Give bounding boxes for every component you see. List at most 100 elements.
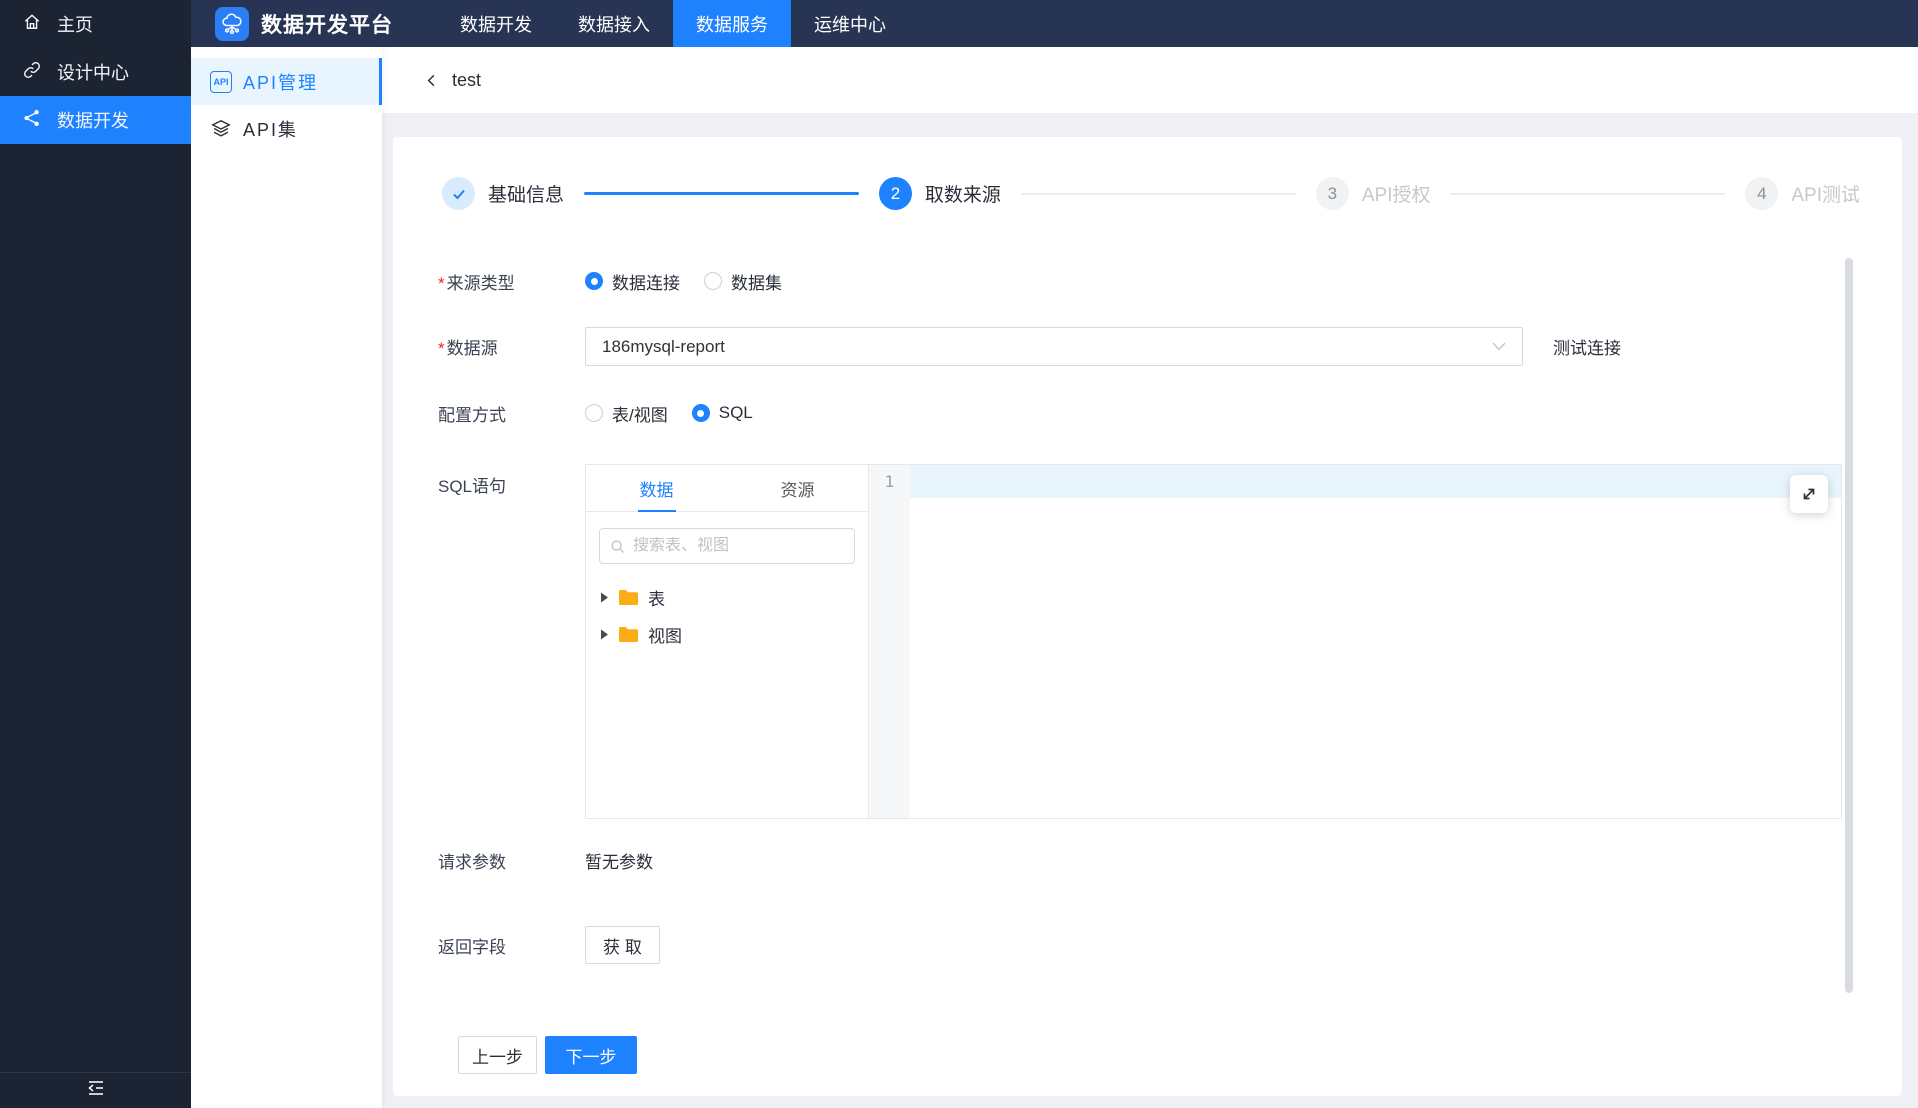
sidebar-item-design-center[interactable]: 设计中心	[0, 48, 191, 96]
breadcrumb: test	[382, 47, 1918, 113]
sidebar-footer	[0, 1072, 191, 1108]
tree-item-tables[interactable]: 表	[586, 579, 868, 616]
radio-unchecked-icon	[585, 404, 603, 422]
primary-sidebar: 主页 设计中心 数据开发	[0, 0, 191, 1108]
link-icon	[22, 60, 42, 85]
nav-tab-data-access[interactable]: 数据接入	[555, 0, 673, 47]
app-logo[interactable]	[215, 7, 249, 41]
sidebar-item-label: 设计中心	[57, 59, 129, 85]
tab-data[interactable]: 数据	[586, 465, 727, 511]
share-icon	[22, 108, 42, 133]
chevron-down-icon	[1492, 342, 1506, 351]
table-search-box	[599, 528, 855, 564]
search-input[interactable]	[633, 537, 844, 555]
app-title: 数据开发平台	[261, 9, 393, 39]
sidebar-item-data-dev[interactable]: 数据开发	[0, 96, 191, 144]
prev-step-button[interactable]: 上一步	[458, 1036, 537, 1074]
step-data-source: 2 取数来源	[879, 177, 1001, 210]
datasource-select-value: 186mysql-report	[602, 337, 1492, 357]
home-icon	[22, 12, 42, 37]
sql-editor[interactable]	[910, 465, 1841, 818]
next-step-button[interactable]: 下一步	[545, 1036, 637, 1074]
step-label: API测试	[1791, 180, 1860, 207]
step-label: API授权	[1362, 180, 1431, 207]
radio-checked-icon	[585, 272, 603, 290]
form-row-source-type: *来源类型 数据连接 数据集	[438, 265, 1902, 297]
top-navbar: 数据开发平台 数据开发 数据接入 数据服务 运维中心	[191, 0, 1918, 47]
required-mark: *	[438, 339, 445, 358]
table-tree: 表 视图	[586, 579, 868, 653]
editor-active-line	[910, 465, 1841, 498]
sql-panel: 数据 资源	[585, 464, 1842, 819]
step-number: 2	[879, 177, 912, 210]
radio-sql[interactable]: SQL	[692, 403, 753, 423]
field-label: 请求参数	[438, 848, 585, 873]
wizard-card: 基础信息 2 取数来源 3 API授权 4 API测试 *来源类型	[393, 137, 1902, 1096]
sub-item-label: API集	[243, 116, 298, 142]
field-label: *来源类型	[438, 269, 585, 294]
radio-unchecked-icon	[704, 272, 722, 290]
step-connector	[1021, 193, 1296, 195]
field-label: 返回字段	[438, 933, 585, 958]
form-row-config-mode: 配置方式 表/视图 SQL	[438, 397, 1902, 429]
nav-tab-ops-center[interactable]: 运维中心	[791, 0, 909, 47]
fetch-fields-button[interactable]: 获 取	[585, 926, 660, 964]
vertical-scrollbar[interactable]	[1845, 258, 1853, 993]
tree-item-views[interactable]: 视图	[586, 616, 868, 653]
form-row-return-fields: 返回字段 获 取	[438, 926, 1902, 964]
line-number: 1	[869, 465, 910, 498]
step-number: 3	[1316, 177, 1349, 210]
step-label: 基础信息	[488, 180, 564, 207]
field-label: 配置方式	[438, 401, 585, 426]
secondary-sidebar: API API管理 API集	[191, 47, 382, 1108]
sub-item-label: API管理	[243, 69, 318, 95]
folder-icon	[618, 626, 639, 643]
top-nav-tabs: 数据开发 数据接入 数据服务 运维中心	[437, 0, 909, 47]
step-number: 4	[1745, 177, 1778, 210]
folder-icon	[618, 589, 639, 606]
config-mode-radio-group: 表/视图 SQL	[585, 401, 753, 426]
field-label: SQL语句	[438, 464, 585, 497]
sidebar-item-label: 数据开发	[57, 107, 129, 133]
radio-table-view[interactable]: 表/视图	[585, 401, 668, 426]
source-type-radio-group: 数据连接 数据集	[585, 269, 782, 294]
step-api-auth: 3 API授权	[1316, 177, 1431, 210]
stepper: 基础信息 2 取数来源 3 API授权 4 API测试	[442, 177, 1860, 210]
request-params-value: 暂无参数	[585, 848, 653, 873]
sidebar-item-label: 主页	[57, 11, 93, 37]
search-icon	[610, 539, 625, 554]
step-connector	[584, 192, 859, 195]
test-connection-link[interactable]: 测试连接	[1553, 334, 1621, 359]
radio-checked-icon	[692, 404, 710, 422]
form-row-datasource: *数据源 186mysql-report 测试连接	[438, 327, 1902, 366]
nav-tab-data-dev[interactable]: 数据开发	[437, 0, 555, 47]
api-icon: API	[210, 71, 232, 93]
step-check-icon	[442, 177, 475, 210]
tab-resource[interactable]: 资源	[727, 465, 868, 511]
wizard-footer: 上一步 下一步	[458, 1036, 1902, 1074]
form-row-sql: SQL语句 数据 资源	[438, 464, 1902, 819]
nav-tab-data-service[interactable]: 数据服务	[673, 0, 791, 47]
expand-icon[interactable]	[1790, 475, 1828, 513]
chevron-left-icon[interactable]	[424, 73, 439, 88]
sidebar-item-home[interactable]: 主页	[0, 0, 191, 48]
step-basic-info: 基础信息	[442, 177, 564, 210]
layers-icon	[210, 118, 232, 140]
caret-right-icon[interactable]	[600, 629, 609, 640]
field-label: *数据源	[438, 334, 585, 359]
required-mark: *	[438, 274, 445, 293]
step-api-test: 4 API测试	[1745, 177, 1860, 210]
main-content: 基础信息 2 取数来源 3 API授权 4 API测试 *来源类型	[382, 113, 1918, 1108]
sidebar-item-api-set[interactable]: API集	[191, 105, 382, 152]
step-label: 取数来源	[925, 180, 1001, 207]
sql-browser-tabs: 数据 资源	[586, 465, 868, 512]
radio-dataset[interactable]: 数据集	[704, 269, 782, 294]
datasource-select[interactable]: 186mysql-report	[585, 327, 1523, 366]
sidebar-item-api-management[interactable]: API API管理	[191, 58, 382, 105]
form-row-request-params: 请求参数 暂无参数	[438, 844, 1902, 876]
step-connector	[1450, 193, 1725, 195]
caret-right-icon[interactable]	[600, 592, 609, 603]
radio-data-connection[interactable]: 数据连接	[585, 269, 680, 294]
menu-fold-icon[interactable]	[85, 1080, 107, 1101]
sql-browser-pane: 数据 资源	[586, 465, 869, 818]
